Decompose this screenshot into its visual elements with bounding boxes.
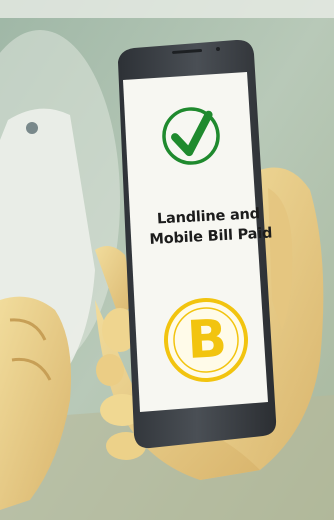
brand-logo-icon [166,300,246,380]
photo-scene: Landline and Mobile Bill Paid B [0,0,334,520]
bill-paid-message: Landline and Mobile Bill Paid [148,204,272,250]
photo-background [0,0,334,520]
check-mark-icon [164,109,218,163]
